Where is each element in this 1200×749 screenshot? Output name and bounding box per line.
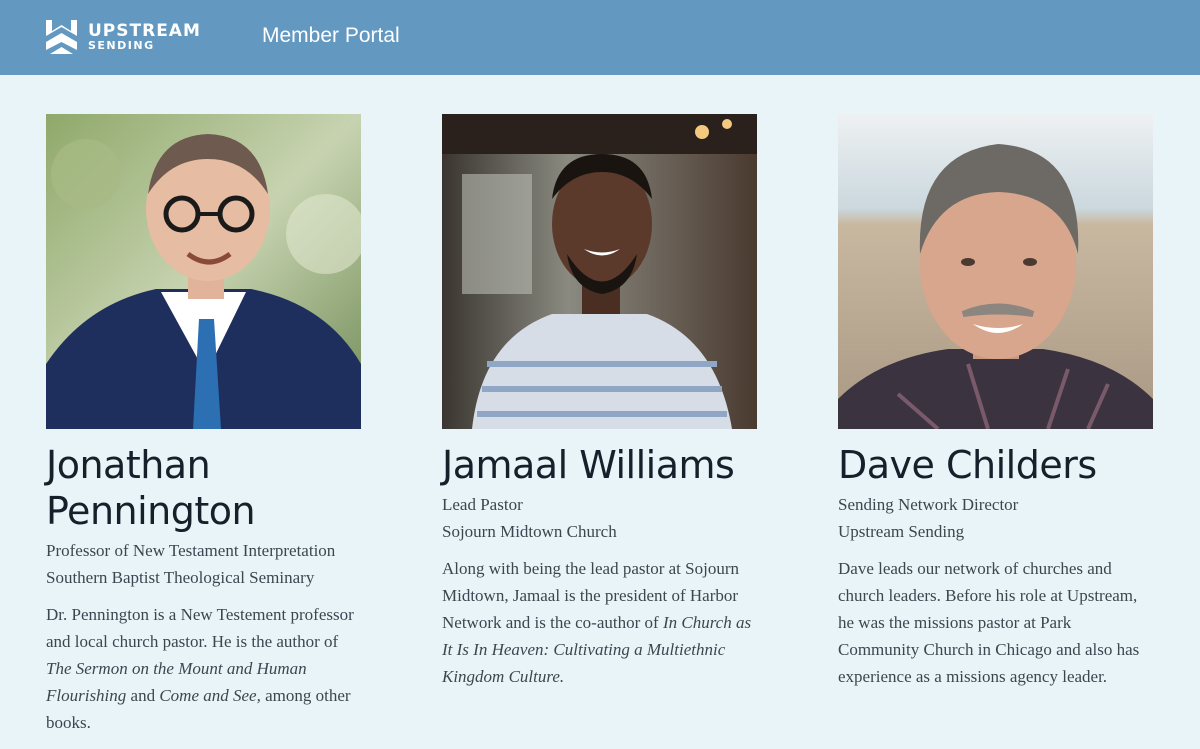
person-role: Lead Pastor <box>442 495 523 514</box>
profile-card-williams: Jamaal Williams Lead Pastor Sojourn Midt… <box>442 114 757 690</box>
upstream-logo-icon <box>46 20 77 54</box>
profile-card-childers: Dave Childers Sending Network Director U… <box>838 114 1153 690</box>
person-bio: Dave leads our network of churches and c… <box>838 555 1153 690</box>
person-organization: Sojourn Midtown Church <box>442 522 617 541</box>
person-organization: Southern Baptist Theological Seminary <box>46 568 315 587</box>
person-role: Sending Network Director <box>838 495 1019 514</box>
person-name: Jamaal Williams <box>442 443 735 487</box>
person-name-first: Jonathan <box>46 443 211 487</box>
member-portal-link[interactable]: Member Portal <box>262 24 400 48</box>
person-organization: Upstream Sending <box>838 522 965 541</box>
portrait-photo <box>46 114 361 429</box>
profile-card-pennington: Jonathan Pennington Professor of New Tes… <box>46 114 361 736</box>
upstream-sending-logo[interactable]: UPSTREAM SENDING <box>46 18 216 58</box>
bio-text: Dave leads our network of churches and c… <box>838 559 1140 686</box>
person-role: Professor of New Testament Interpretatio… <box>46 541 336 560</box>
top-bar: UPSTREAM SENDING Member Portal <box>0 0 1200 75</box>
portrait-photo <box>442 114 757 429</box>
bio-text: Dr. Pennington is a New Testement profes… <box>46 605 354 651</box>
logo-wordmark: UPSTREAM <box>88 21 201 41</box>
person-name: Dave Childers <box>838 443 1097 487</box>
bio-text: and <box>126 686 160 705</box>
portrait-photo <box>838 114 1153 429</box>
person-name-last: Pennington <box>46 489 256 533</box>
book-title: Come and See, <box>159 686 261 705</box>
person-bio: Along with being the lead pastor at Sojo… <box>442 555 757 690</box>
logo-subtitle: SENDING <box>88 39 155 52</box>
person-name: Jonathan Pennington <box>46 442 361 534</box>
person-bio: Dr. Pennington is a New Testement profes… <box>46 601 361 736</box>
